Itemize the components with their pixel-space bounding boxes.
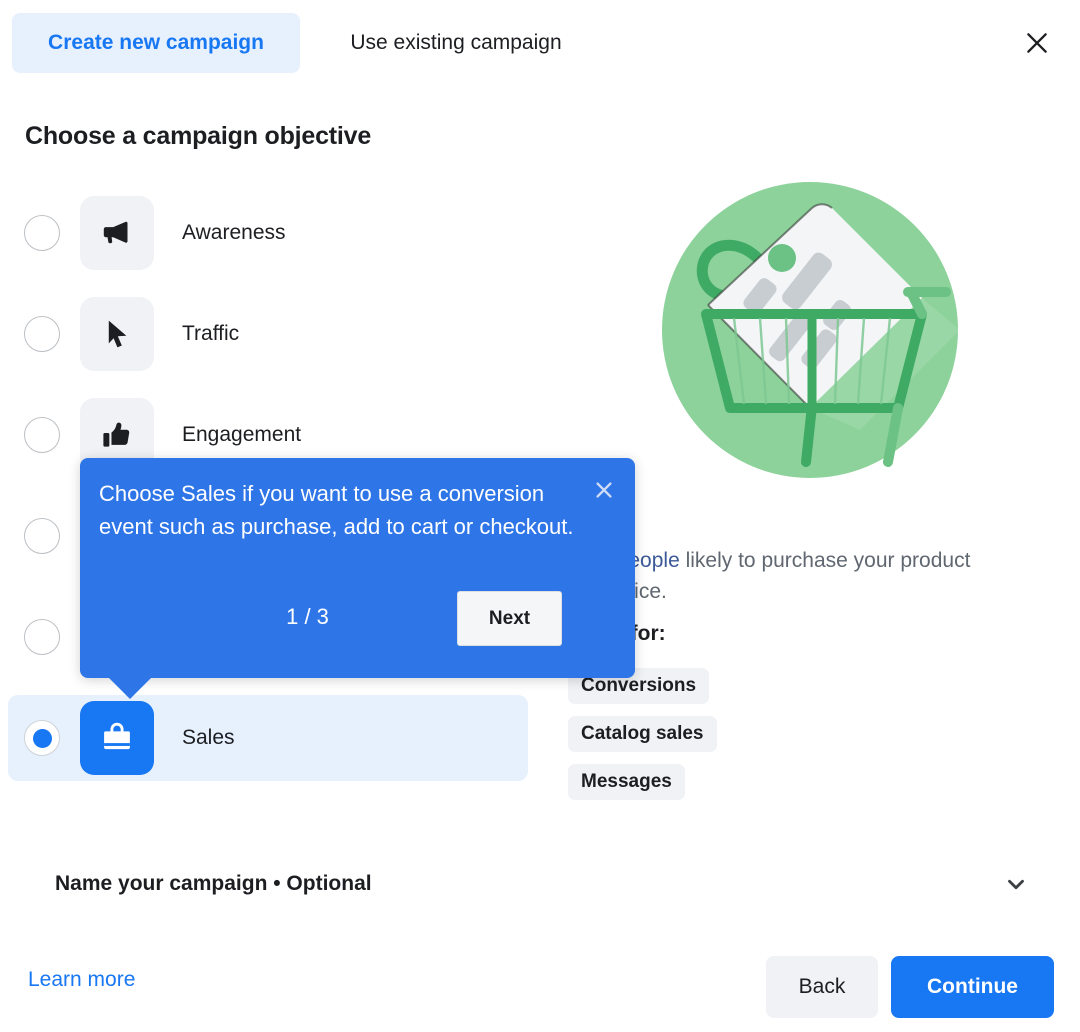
tooltip-close-icon[interactable] [589, 475, 619, 505]
campaign-objective-dialog: Create new campaign Use existing campaig… [0, 0, 1080, 1032]
dialog-tabbar: Create new campaign Use existing campaig… [0, 0, 1080, 86]
objective-label-engagement: Engagement [182, 423, 302, 446]
back-button[interactable]: Back [766, 956, 878, 1018]
name-campaign-label: Name your campaign • Optional [55, 872, 372, 895]
objective-label-traffic: Traffic [182, 322, 240, 345]
tag-messages: Messages [568, 764, 685, 800]
radio-objective-4[interactable] [24, 518, 60, 554]
objective-label-awareness: Awareness [182, 221, 286, 244]
name-campaign-accordion[interactable]: Name your campaign • Optional [55, 862, 1030, 906]
tab-create-new-campaign[interactable]: Create new campaign [12, 13, 300, 73]
objective-row-traffic[interactable]: Traffic [8, 291, 528, 377]
objective-label-sales: Sales [182, 726, 235, 749]
tooltip-arrow [108, 677, 152, 699]
continue-button[interactable]: Continue [891, 956, 1054, 1018]
radio-objective-5[interactable] [24, 619, 60, 655]
tooltip-text: Choose Sales if you want to use a conver… [99, 481, 574, 539]
shopping-bag-icon [80, 701, 154, 775]
coach-mark-tooltip: Choose Sales if you want to use a conver… [80, 458, 635, 699]
close-icon[interactable] [1016, 22, 1058, 64]
radio-awareness[interactable] [24, 215, 60, 251]
objective-row-awareness[interactable]: Awareness [8, 190, 528, 276]
tab-use-existing-campaign-label: Use existing campaign [350, 31, 562, 54]
learn-more-link[interactable]: Learn more [28, 968, 135, 992]
tag-catalog-sales: Catalog sales [568, 716, 717, 752]
back-button-label: Back [798, 975, 846, 998]
objective-detail-panel: Sales Find people likely to purchase you… [560, 180, 1060, 800]
tooltip-next-button[interactable]: Next [457, 591, 562, 646]
dialog-footer: Learn more Back Continue [0, 950, 1080, 1032]
continue-button-label: Continue [927, 975, 1018, 998]
cursor-arrow-icon [80, 297, 154, 371]
good-for-tag-list: Conversions Catalog sales Messages [568, 668, 717, 812]
shopping-cart-price-tag-illustration [660, 180, 960, 480]
radio-traffic[interactable] [24, 316, 60, 352]
objective-row-sales[interactable]: Sales [8, 695, 528, 781]
tab-create-new-campaign-label: Create new campaign [48, 31, 264, 54]
chevron-down-icon[interactable] [1002, 870, 1030, 898]
page-title: Choose a campaign objective [25, 122, 372, 150]
radio-engagement[interactable] [24, 417, 60, 453]
tab-use-existing-campaign[interactable]: Use existing campaign [316, 13, 596, 73]
megaphone-icon [80, 196, 154, 270]
tooltip-next-label: Next [488, 607, 531, 629]
radio-sales[interactable] [24, 720, 60, 756]
